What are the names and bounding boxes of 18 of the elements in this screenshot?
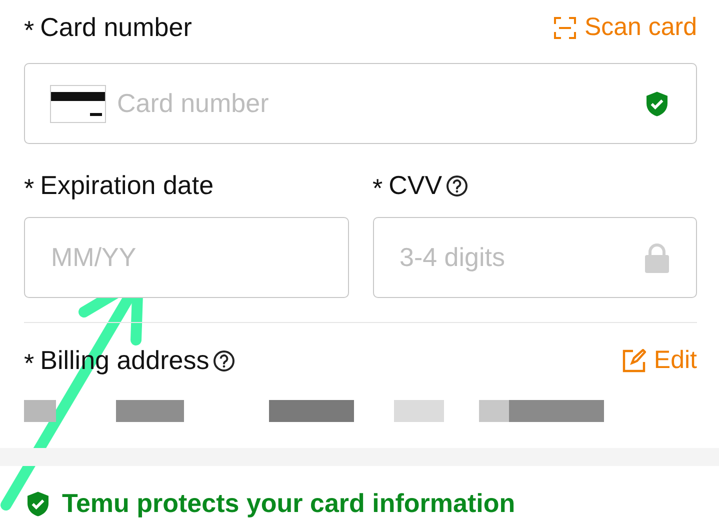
edit-link[interactable]: Edit <box>622 346 697 375</box>
help-icon[interactable] <box>446 174 468 196</box>
card-number-field[interactable]: Card number <box>24 63 697 144</box>
card-icon <box>50 84 106 122</box>
field-label: Card number <box>40 12 192 43</box>
required-mark: * <box>24 15 34 46</box>
required-mark: * <box>372 173 383 204</box>
expiration-date-field[interactable]: MM/YY <box>24 217 348 298</box>
cvv-field[interactable]: 3-4 digits <box>372 217 697 298</box>
field-label: Expiration date <box>40 170 214 201</box>
scan-icon <box>554 16 576 38</box>
required-mark: * <box>24 173 34 204</box>
field-label: CVV <box>388 170 442 201</box>
security-notice: Temu protects your card information <box>62 488 516 519</box>
edit-icon <box>622 348 646 372</box>
help-icon[interactable] <box>213 350 236 372</box>
scan-card-link[interactable]: Scan card <box>554 13 697 42</box>
required-mark: * <box>24 348 34 379</box>
